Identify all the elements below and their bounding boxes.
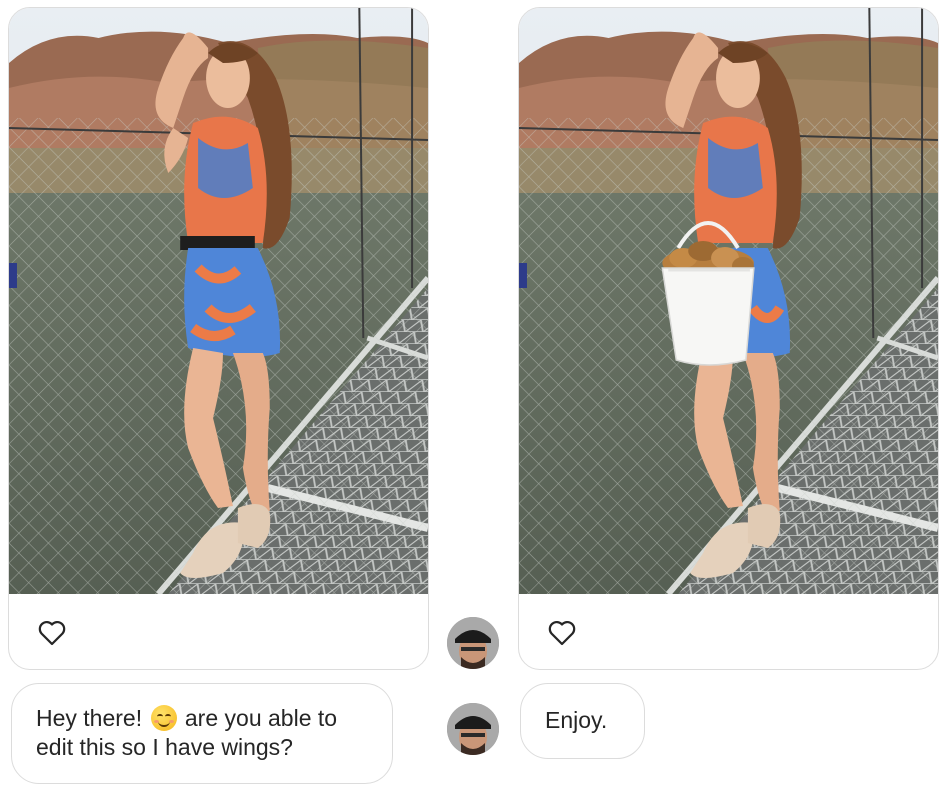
avatar[interactable] — [447, 617, 499, 669]
message-bubble-sent[interactable]: Enjoy. — [520, 683, 645, 759]
photo-woman-on-net-bridge[interactable] — [9, 8, 428, 594]
message-photo-card-edited[interactable] — [518, 7, 939, 670]
message-photo-card-original[interactable] — [8, 7, 429, 670]
message-text: Hey there! — [36, 705, 143, 731]
heart-icon[interactable] — [37, 618, 67, 648]
heart-icon[interactable] — [547, 618, 577, 648]
smiling-face-emoji-icon — [150, 705, 177, 731]
avatar[interactable] — [447, 703, 499, 755]
message-bubble-received[interactable]: Hey there! are you able to edit this so … — [11, 683, 393, 784]
message-text: edit this so I have wings? — [36, 734, 293, 760]
message-text: are you able to — [184, 705, 338, 731]
photo-woman-with-bucket-of-wings[interactable] — [519, 8, 938, 594]
message-text: Enjoy. — [545, 707, 608, 733]
